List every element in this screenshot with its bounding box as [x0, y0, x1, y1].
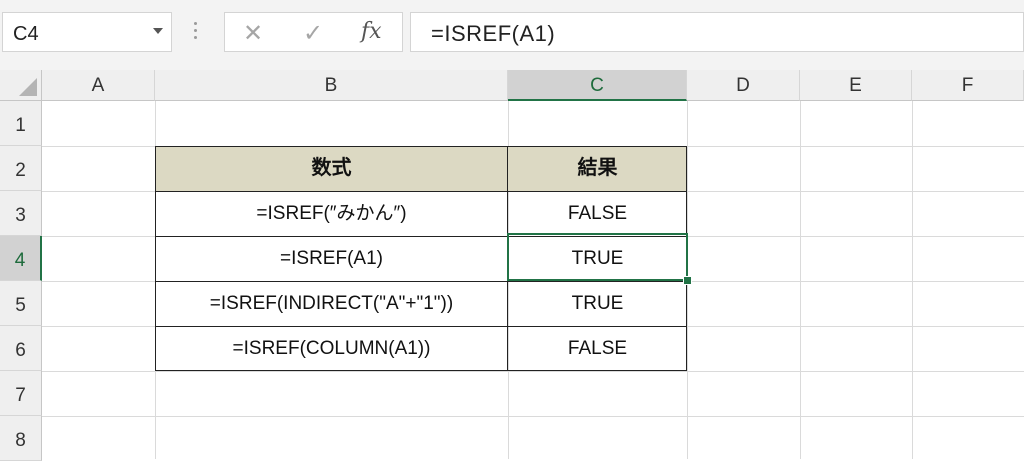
cancel-icon[interactable]: ✕: [243, 19, 263, 48]
table-header-formula[interactable]: 数式: [155, 146, 508, 191]
column-header-d[interactable]: D: [687, 70, 800, 101]
row-header-3[interactable]: 3: [0, 191, 42, 236]
row-header-1[interactable]: 1: [0, 101, 42, 146]
formula-cell[interactable]: =ISREF(A1): [155, 236, 508, 281]
row-header-6[interactable]: 6: [0, 326, 42, 371]
gridline: [42, 416, 1024, 417]
gridline: [912, 101, 913, 459]
column-header-b[interactable]: B: [155, 70, 508, 101]
chevron-down-icon[interactable]: [153, 28, 163, 34]
more-options-icon[interactable]: [194, 22, 198, 42]
fill-handle[interactable]: [683, 276, 692, 285]
formula-input[interactable]: =ISREF(A1): [410, 12, 1024, 52]
table-border: [155, 146, 687, 147]
name-box[interactable]: C4: [2, 12, 172, 52]
formula-cell[interactable]: =ISREF(INDIRECT("A"+"1")): [155, 281, 508, 326]
column-header-e[interactable]: E: [800, 70, 912, 101]
row-header-7[interactable]: 7: [0, 371, 42, 416]
formula-cell[interactable]: =ISREF(″みかん″): [155, 191, 508, 236]
enter-icon[interactable]: ✓: [303, 19, 323, 48]
table-border: [155, 370, 687, 371]
result-cell[interactable]: FALSE: [508, 191, 687, 236]
column-header-f[interactable]: F: [912, 70, 1024, 101]
result-cell[interactable]: FALSE: [508, 326, 687, 371]
insert-function-icon[interactable]: fx: [361, 19, 382, 44]
table-header-result[interactable]: 結果: [508, 146, 687, 191]
row-header-2[interactable]: 2: [0, 146, 42, 191]
table-border: [155, 191, 687, 192]
formula-cell[interactable]: =ISREF(COLUMN(A1)): [155, 326, 508, 371]
column-header-c[interactable]: C: [508, 70, 687, 101]
formula-bar-buttons: ✕ ✓ fx: [224, 12, 403, 52]
row-header-4[interactable]: 4: [0, 236, 42, 281]
active-cell-selection[interactable]: [507, 233, 688, 281]
formula-bar: C4 ✕ ✓ fx =ISREF(A1): [0, 0, 1024, 70]
table-border: [155, 326, 687, 327]
column-header-a[interactable]: A: [42, 70, 155, 101]
gridline: [800, 101, 801, 459]
row-header-8[interactable]: 8: [0, 416, 42, 461]
row-header-5[interactable]: 5: [0, 281, 42, 326]
table-border: [155, 281, 687, 282]
gridline: [42, 371, 1024, 372]
formula-input-value: =ISREF(A1): [431, 21, 556, 46]
name-box-value: C4: [13, 23, 39, 45]
select-all-button[interactable]: [0, 70, 42, 101]
table-border: [155, 146, 156, 371]
result-cell[interactable]: TRUE: [508, 281, 687, 326]
